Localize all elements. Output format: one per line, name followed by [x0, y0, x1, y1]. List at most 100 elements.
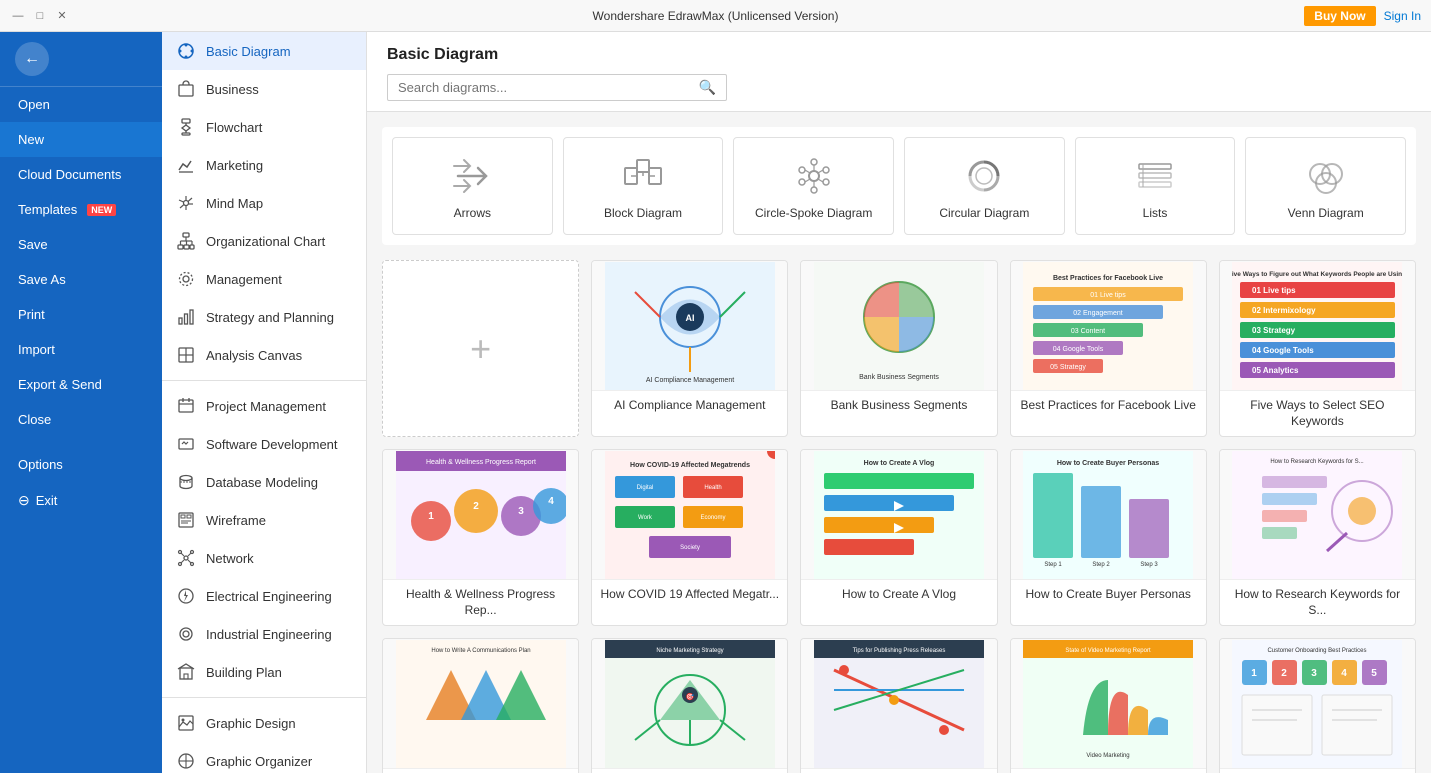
- venn-svg: [1304, 156, 1348, 196]
- category-item-project-mgmt[interactable]: Project Management: [162, 387, 366, 425]
- basic-icon-circular[interactable]: Circular Diagram: [904, 137, 1065, 235]
- software-icon: [176, 434, 196, 454]
- template-onboarding[interactable]: Customer Onboarding Best Practices 1 2 3…: [1219, 638, 1416, 773]
- category-item-wireframe[interactable]: Wireframe: [162, 501, 366, 539]
- sidebar-item-import[interactable]: Import: [0, 332, 162, 367]
- health-label: Health & Wellness Progress Rep...: [383, 580, 578, 625]
- sidebar-logo: ←: [0, 32, 162, 87]
- video-marketing-thumb: State of Video Marketing Report Video Ma…: [1011, 639, 1206, 769]
- restore-button[interactable]: □: [32, 8, 48, 24]
- sidebar-options-label: Options: [18, 457, 63, 472]
- svg-text:1: 1: [428, 511, 434, 522]
- sidebar-item-cloud[interactable]: Cloud Documents: [0, 157, 162, 192]
- basic-icon-lists[interactable]: Lists: [1075, 137, 1236, 235]
- category-item-industrial[interactable]: Industrial Engineering: [162, 615, 366, 653]
- category-item-management[interactable]: Management: [162, 260, 366, 298]
- svg-text:2: 2: [1282, 668, 1288, 679]
- sidebar-item-close[interactable]: Close: [0, 402, 162, 437]
- category-item-analysis[interactable]: Analysis Canvas: [162, 336, 366, 374]
- sidebar-item-print[interactable]: Print: [0, 297, 162, 332]
- category-item-strategy[interactable]: Strategy and Planning: [162, 298, 366, 336]
- category-label: Marketing: [206, 158, 263, 173]
- sidebar-item-save[interactable]: Save: [0, 227, 162, 262]
- sidebar-item-save-as[interactable]: Save As: [0, 262, 162, 297]
- basic-icon-arrows[interactable]: Arrows: [392, 137, 553, 235]
- category-item-business[interactable]: Business: [162, 70, 366, 108]
- project-mgmt-icon: [176, 396, 196, 416]
- sidebar-item-open[interactable]: Open: [0, 87, 162, 122]
- template-fb-live[interactable]: Best Practices for Facebook Live 01 Live…: [1010, 260, 1207, 437]
- sidebar-close-label: Close: [18, 412, 51, 427]
- sidebar-print-label: Print: [18, 307, 45, 322]
- category-divider: [162, 380, 366, 381]
- sidebar-item-exit[interactable]: ⊖ Exit: [0, 482, 162, 519]
- template-bank-business[interactable]: Bank Business Segments Bank Business Seg…: [800, 260, 997, 437]
- category-label: Building Plan: [206, 665, 282, 680]
- sidebar-item-new[interactable]: New: [0, 122, 162, 157]
- basic-icon-venn[interactable]: Venn Diagram: [1245, 137, 1406, 235]
- minimize-button[interactable]: —: [10, 8, 26, 24]
- category-item-graphic-design[interactable]: Graphic Design: [162, 704, 366, 742]
- category-item-building[interactable]: Building Plan: [162, 653, 366, 691]
- svg-text:Tips for Publishing Press Rele: Tips for Publishing Press Releases: [853, 648, 946, 654]
- template-niche-marketing[interactable]: Niche Marketing Strategy 🎯 Niche Marketi…: [591, 638, 788, 773]
- category-item-software[interactable]: Software Development: [162, 425, 366, 463]
- template-vlog[interactable]: How to Create A Vlog How to Create A Vlo…: [800, 449, 997, 626]
- svg-text:Economy: Economy: [700, 515, 725, 521]
- template-covid[interactable]: How COVID-19 Affected Megatrends Digital…: [591, 449, 788, 626]
- category-item-flowchart[interactable]: Flowchart: [162, 108, 366, 146]
- new-template-card[interactable]: +: [382, 260, 579, 437]
- template-communications[interactable]: How to Write A Communications Plan How t…: [382, 638, 579, 773]
- svg-text:04 Google Tools: 04 Google Tools: [1053, 346, 1104, 353]
- category-item-network[interactable]: Network: [162, 539, 366, 577]
- category-label: Analysis Canvas: [206, 348, 302, 363]
- video-marketing-label: Video Marketing Report: [1011, 769, 1206, 773]
- category-item-basic-diagram[interactable]: Basic Diagram: [162, 32, 366, 70]
- category-item-marketing[interactable]: Marketing: [162, 146, 366, 184]
- circle-spoke-label: Circle-Spoke Diagram: [755, 206, 872, 220]
- template-seo[interactable]: Five Ways to Figure out What Keywords Pe…: [1219, 260, 1416, 437]
- sign-in-button[interactable]: Sign In: [1384, 9, 1421, 23]
- template-buyer-personas[interactable]: How to Create Buyer Personas Step 1 Step…: [1010, 449, 1207, 626]
- niche-marketing-label: Niche Marketing Strategy Tips: [592, 769, 787, 773]
- category-label: Management: [206, 272, 282, 287]
- circle-spoke-svg: [792, 156, 836, 196]
- category-label: Network: [206, 551, 254, 566]
- template-health[interactable]: Health & Wellness Progress Report 1 2 3 …: [382, 449, 579, 626]
- svg-text:Step 3: Step 3: [1141, 562, 1159, 568]
- network-icon: [176, 548, 196, 568]
- sidebar-item-export[interactable]: Export & Send: [0, 367, 162, 402]
- basic-icon-block-diagram[interactable]: Block Diagram: [563, 137, 724, 235]
- template-keywords[interactable]: How to Research Keywords for S... How to: [1219, 449, 1416, 626]
- sidebar-item-options[interactable]: Options: [0, 447, 162, 482]
- category-item-graphic-organizer[interactable]: Graphic Organizer: [162, 742, 366, 773]
- category-item-database[interactable]: Database Modeling: [162, 463, 366, 501]
- category-item-org-chart[interactable]: Organizational Chart: [162, 222, 366, 260]
- svg-text:Customer Onboarding Best Pract: Customer Onboarding Best Practices: [1268, 648, 1367, 654]
- circular-label: Circular Diagram: [939, 206, 1029, 220]
- sidebar-item-templates[interactable]: Templates NEW: [0, 192, 162, 227]
- close-button[interactable]: ✕: [54, 8, 70, 24]
- onboarding-thumb: Customer Onboarding Best Practices 1 2 3…: [1220, 639, 1415, 769]
- block-diagram-svg: [621, 156, 665, 196]
- template-grid-area: Arrows Block Diagram: [367, 112, 1431, 773]
- sidebar-cloud-label: Cloud Documents: [18, 167, 121, 182]
- svg-text:How to Write A Communications: How to Write A Communications Plan: [431, 648, 530, 654]
- category-item-electrical[interactable]: Electrical Engineering: [162, 577, 366, 615]
- template-ai-compliance[interactable]: AI AI Compliance Management AI Complianc…: [591, 260, 788, 437]
- svg-text:AI Compliance Management: AI Compliance Management: [646, 377, 734, 384]
- template-press-releases[interactable]: Tips for Publishing Press Releases Tips …: [800, 638, 997, 773]
- template-video-marketing[interactable]: State of Video Marketing Report Video Ma…: [1010, 638, 1207, 773]
- sidebar-save-as-label: Save As: [18, 272, 66, 287]
- search-input[interactable]: [398, 80, 699, 95]
- category-item-mind-map[interactable]: Mind Map: [162, 184, 366, 222]
- bank-business-label: Bank Business Segments: [801, 391, 996, 421]
- buy-now-button[interactable]: Buy Now: [1304, 6, 1375, 26]
- content-area: Basic Diagram 🔍 Arrows: [367, 32, 1431, 773]
- sidebar-exit-label: Exit: [36, 493, 58, 508]
- back-button[interactable]: ←: [15, 42, 49, 76]
- svg-text:How to Create Buyer Personas: How to Create Buyer Personas: [1057, 460, 1159, 467]
- basic-icon-circle-spoke[interactable]: Circle-Spoke Diagram: [733, 137, 894, 235]
- search-icon[interactable]: 🔍: [699, 79, 716, 96]
- buyer-personas-label: How to Create Buyer Personas: [1011, 580, 1206, 610]
